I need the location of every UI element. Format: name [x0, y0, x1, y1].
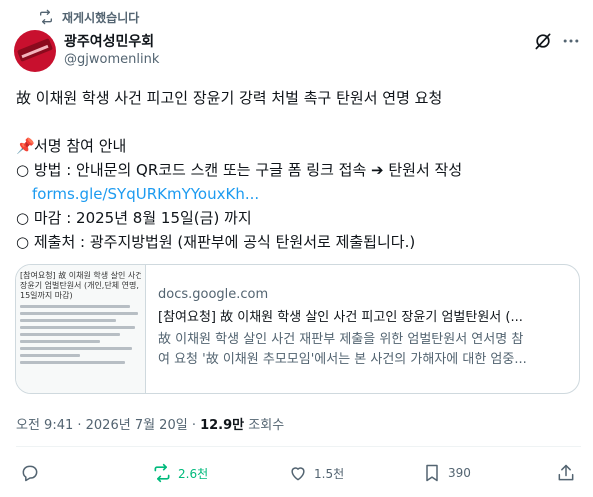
retweet-button[interactable]: 2.6천: [152, 459, 208, 487]
pushpin-icon: 📌: [16, 137, 35, 155]
thumb-text-lines: [20, 305, 141, 364]
like-button[interactable]: 1.5천: [288, 459, 344, 487]
repost-indicator: 재게시했습니다: [38, 7, 139, 27]
thumb-title-1: [참여요청] 故 이채원 학생 살인 사건 피고: [20, 271, 141, 280]
thumb-title-2: 장윤기 엄벌탄원서 (개인,단체 연명, 8: [20, 281, 141, 290]
post-body: 故 이채원 학생 사건 피고인 장윤기 강력 처벌 촉구 탄원서 연명 요청 📌…: [16, 86, 586, 254]
reply-button[interactable]: [20, 459, 40, 487]
like-count: 1.5천: [314, 466, 345, 481]
card-title: [참여요청] 故 이채원 학생 살인 사건 피고인 장윤기 엄벌탄원서 (...: [158, 310, 523, 325]
share-button[interactable]: [556, 459, 576, 487]
link-preview-card[interactable]: [참여요청] 故 이채원 학생 살인 사건 피고 장윤기 엄벌탄원서 (개인,단…: [15, 264, 580, 394]
divider: [16, 446, 581, 447]
deadline-line: ○ 마감 : 2025년 8월 15일(금) 까지: [16, 209, 252, 227]
submit-line: ○ 제출처 : 광주지방법원 (재판부에 공식 탄원서로 제출됩니다.): [16, 233, 416, 251]
grok-icon[interactable]: [533, 31, 553, 51]
section-title: 서명 참여 안내: [34, 137, 127, 155]
card-domain: docs.google.com: [158, 287, 269, 302]
view-label: 조회수: [244, 418, 285, 433]
method-line: ○ 방법 : 안내문의 QR코드 스캔 또는 구글 폼 링크 접속 ➔ 탄원서 …: [16, 161, 463, 179]
card-description: 故 이채원 학생 살인 사건 재판부 제출을 위한 엄벌탄원서 연서명 참 여 …: [158, 330, 563, 370]
card-thumbnail: [참여요청] 故 이채원 학생 살인 사건 피고 장윤기 엄벌탄원서 (개인,단…: [16, 265, 146, 393]
heart-icon: [291, 467, 305, 481]
author-name[interactable]: 광주여성민우회: [64, 31, 154, 51]
retweet-icon: [154, 463, 170, 483]
form-link[interactable]: forms.gle/SYqURKmYYouxKh...: [32, 185, 259, 203]
view-count: 12.9만: [200, 418, 245, 433]
repost-icon: [40, 9, 52, 25]
avatar[interactable]: [14, 30, 56, 72]
section-heading: 📌서명 참여 안내: [16, 134, 586, 158]
bookmark-icon: [426, 464, 438, 482]
share-icon: [558, 464, 574, 481]
more-options-icon[interactable]: [561, 31, 581, 51]
thumb-title-3: 15일까지 마감): [20, 291, 73, 300]
post-timestamp[interactable]: 오전 9:41 · 2026년 7월 20일 ·: [16, 418, 200, 433]
repost-label: 재게시했습니다: [62, 10, 140, 25]
reply-icon: [22, 465, 38, 482]
post-headline: 故 이채원 학생 사건 피고인 장윤기 강력 처벌 촉구 탄원서 연명 요청: [16, 89, 443, 107]
author-handle[interactable]: @gjwomenlink: [64, 52, 159, 67]
card-desc-line-2: 여 요청 '故 이채원 추모모임'에서는 본 사건의 가해자에 대한 엄중...: [158, 352, 527, 367]
retweet-count: 2.6천: [178, 466, 209, 481]
post-meta: 오전 9:41 · 2026년 7월 20일 · 12.9만 조회수: [16, 414, 284, 433]
card-desc-line-1: 故 이채원 학생 살인 사건 재판부 제출을 위한 엄벌탄원서 연서명 참: [158, 332, 524, 347]
bookmark-count: 390: [448, 466, 471, 480]
bookmark-button[interactable]: 390: [422, 459, 471, 487]
action-bar: 2.6천 1.5천 390: [0, 459, 593, 487]
